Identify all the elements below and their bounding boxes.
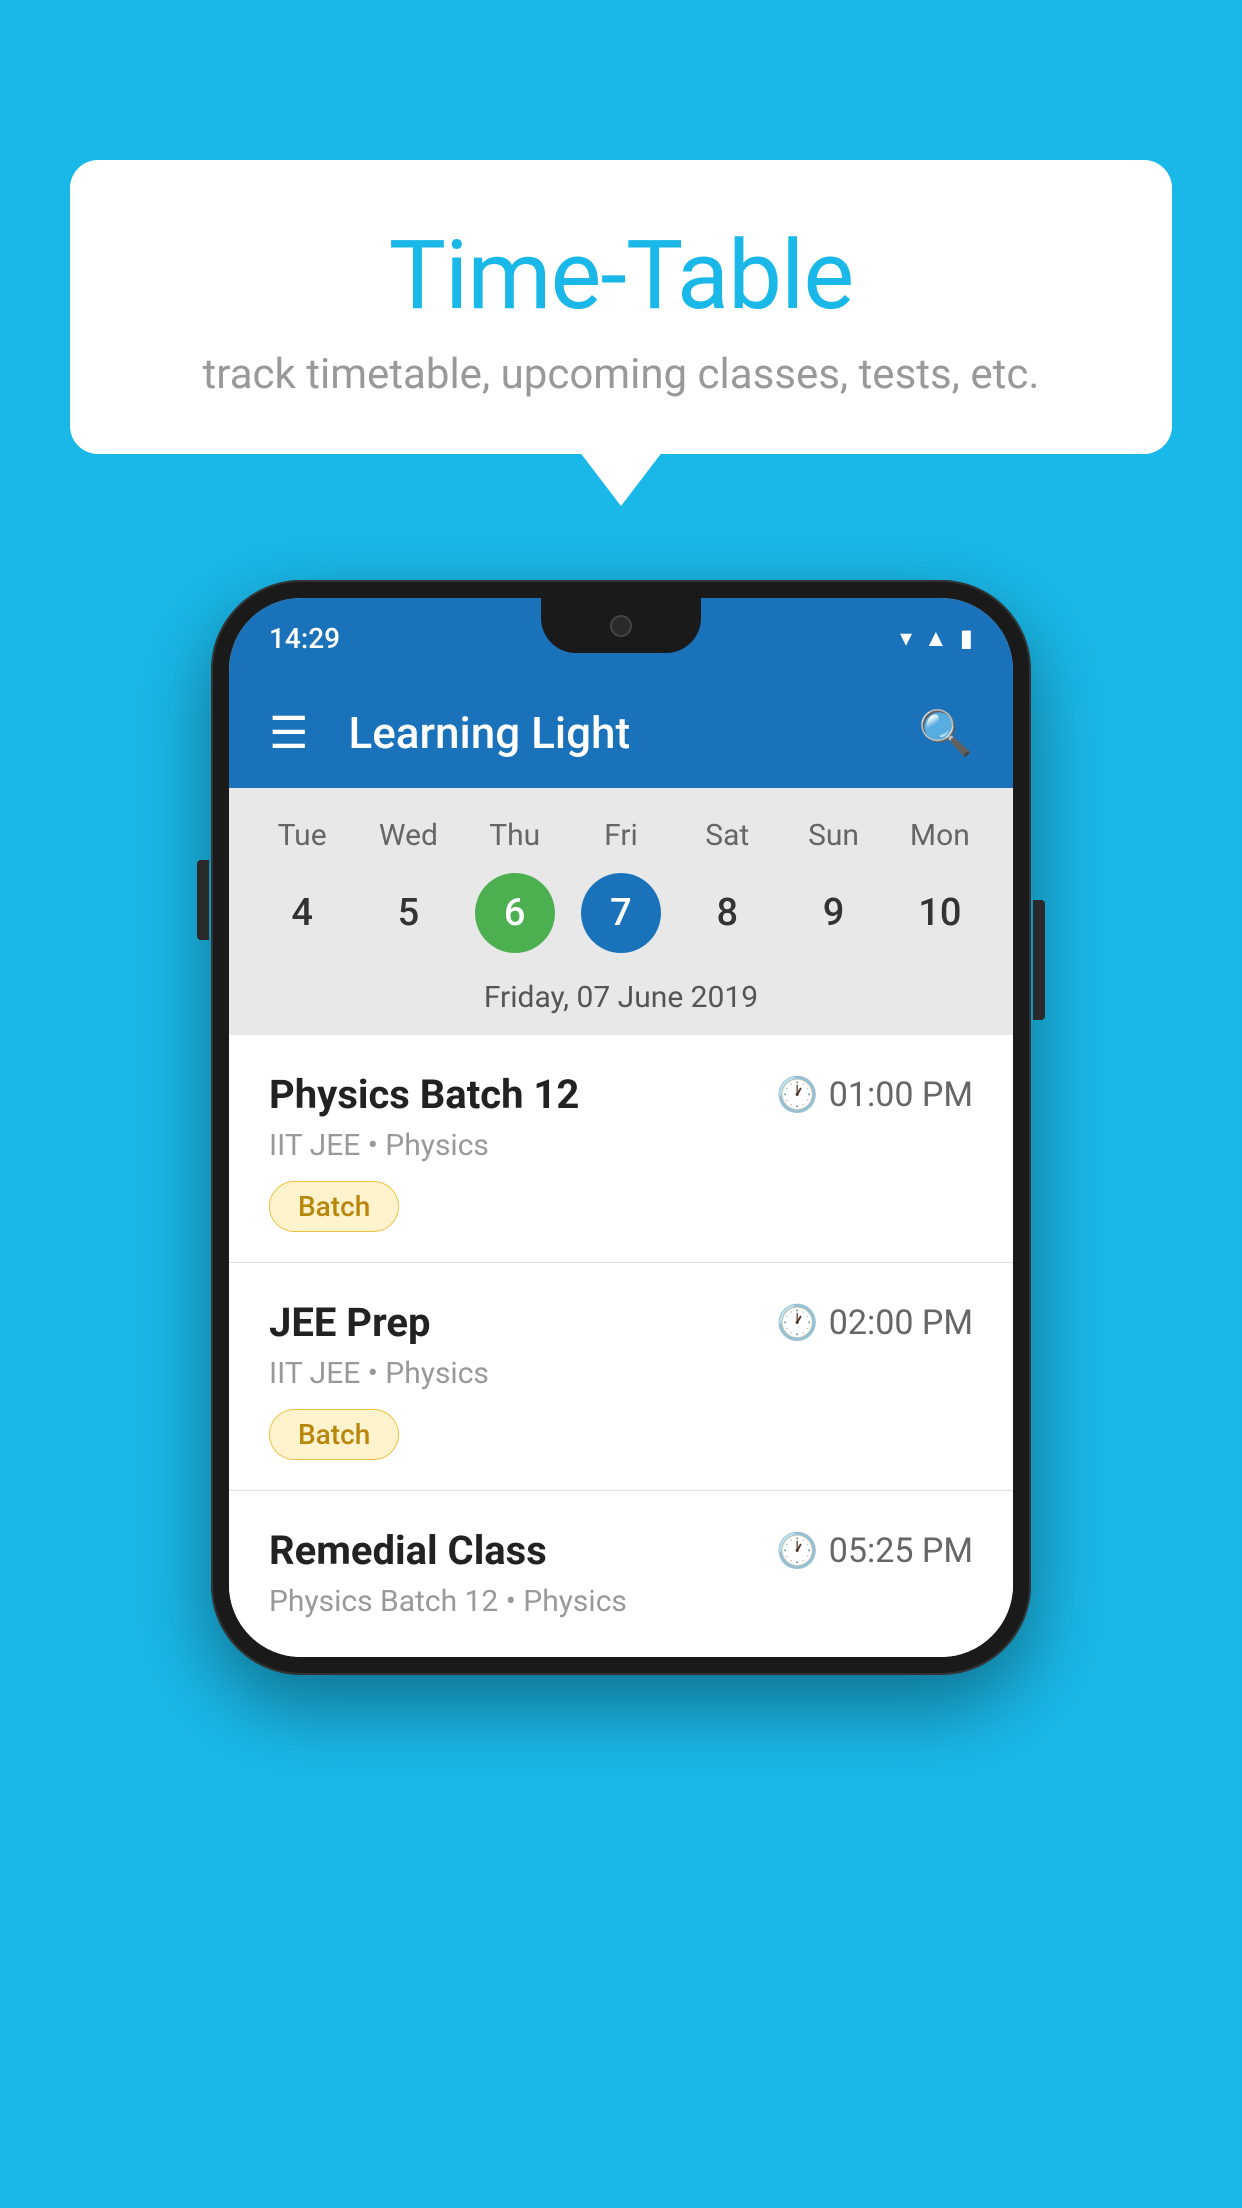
clock-icon-1: 🕐 [776,1075,818,1115]
menu-icon[interactable]: ☰ [269,711,308,755]
calendar-section: Tue Wed Thu Fri Sat Sun Mon 4 5 6 7 8 9 … [229,788,1013,1035]
class-item-header-1: Physics Batch 12 🕐 01:00 PM [269,1071,973,1118]
camera-dot [610,615,632,637]
status-time: 14:29 [269,622,340,655]
class-list: Physics Batch 12 🕐 01:00 PM IIT JEE • Ph… [229,1035,1013,1657]
bubble-title: Time-Table [150,220,1092,332]
status-icons: ▾ ▲ ▮ [900,624,973,653]
day-mon: Mon [900,818,980,853]
day-tue: Tue [262,818,342,853]
class-time-2: 🕐 02:00 PM [776,1303,973,1343]
class-time-1: 🕐 01:00 PM [776,1075,973,1115]
class-time-3: 🕐 05:25 PM [776,1531,973,1571]
battery-icon: ▮ [960,624,973,652]
date-10[interactable]: 10 [900,873,980,953]
date-5[interactable]: 5 [368,873,448,953]
notch [541,598,701,653]
day-thu: Thu [475,818,555,853]
day-sat: Sat [687,818,767,853]
day-wed: Wed [368,818,448,853]
class-subtitle-3: Physics Batch 12 • Physics [269,1584,973,1619]
class-subtitle-2: IIT JEE • Physics [269,1356,973,1391]
signal-icon: ▲ [924,624,948,653]
bubble-subtitle: track timetable, upcoming classes, tests… [150,350,1092,399]
class-item-header-2: JEE Prep 🕐 02:00 PM [269,1299,973,1346]
status-bar: 14:29 ▾ ▲ ▮ [229,598,1013,678]
class-name-2: JEE Prep [269,1299,430,1346]
phone-outer: 14:29 ▾ ▲ ▮ ☰ Learning Light 🔍 Tue [211,580,1031,1675]
clock-icon-2: 🕐 [776,1303,818,1343]
clock-icon-3: 🕐 [776,1531,818,1571]
date-9[interactable]: 9 [794,873,874,953]
day-sun: Sun [794,818,874,853]
class-name-3: Remedial Class [269,1527,547,1574]
batch-badge-2: Batch [269,1409,399,1460]
class-item-remedial[interactable]: Remedial Class 🕐 05:25 PM Physics Batch … [229,1491,1013,1657]
phone-mockup: 14:29 ▾ ▲ ▮ ☰ Learning Light 🔍 Tue [211,580,1031,1675]
class-item-header-3: Remedial Class 🕐 05:25 PM [269,1527,973,1574]
class-item-jee-prep[interactable]: JEE Prep 🕐 02:00 PM IIT JEE • Physics Ba… [229,1263,1013,1491]
class-item-physics-batch[interactable]: Physics Batch 12 🕐 01:00 PM IIT JEE • Ph… [229,1035,1013,1263]
phone-screen: 14:29 ▾ ▲ ▮ ☰ Learning Light 🔍 Tue [229,598,1013,1657]
day-fri: Fri [581,818,661,853]
date-8[interactable]: 8 [687,873,767,953]
class-name-1: Physics Batch 12 [269,1071,579,1118]
date-4[interactable]: 4 [262,873,342,953]
batch-badge-1: Batch [269,1181,399,1232]
wifi-icon: ▾ [900,624,912,652]
calendar-dates: 4 5 6 7 8 9 10 [229,863,1013,968]
class-subtitle-1: IIT JEE • Physics [269,1128,973,1163]
calendar-days-header: Tue Wed Thu Fri Sat Sun Mon [229,808,1013,863]
date-7-selected[interactable]: 7 [581,873,661,953]
speech-bubble-container: Time-Table track timetable, upcoming cla… [70,160,1172,454]
search-icon[interactable]: 🔍 [918,707,973,759]
app-title: Learning Light [348,707,918,759]
date-6-today[interactable]: 6 [475,873,555,953]
selected-date-label: Friday, 07 June 2019 [229,968,1013,1035]
speech-bubble: Time-Table track timetable, upcoming cla… [70,160,1172,454]
app-bar: ☰ Learning Light 🔍 [229,678,1013,788]
